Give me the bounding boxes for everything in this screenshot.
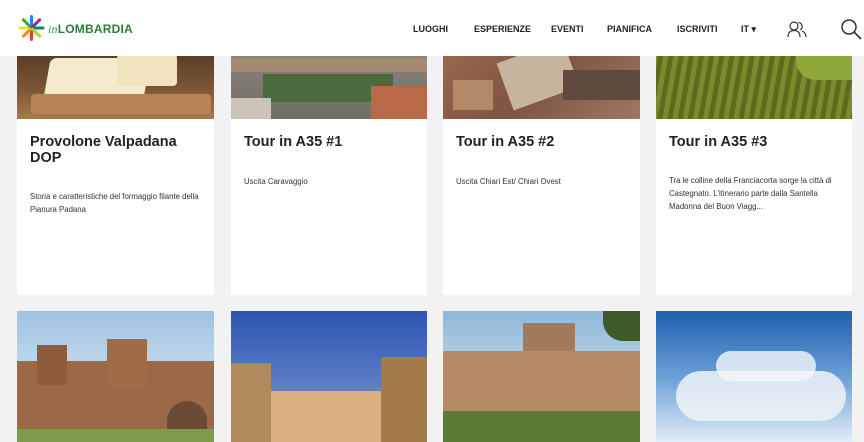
card-image [656, 311, 852, 442]
card-image [231, 311, 427, 442]
card-title: Tour in A35 #1 [244, 134, 343, 150]
site-header: inLOMBARDIA LUOGHI ESPERIENZE EVENTI PIA… [0, 0, 864, 56]
nav-esperienze[interactable]: ESPERIENZE [474, 24, 531, 34]
card-image [443, 311, 640, 442]
card-tour-a35-3[interactable]: Tour in A35 #3 Tra le colline della Fran… [656, 40, 852, 295]
nav-pianifica[interactable]: PIANIFICA [607, 24, 652, 34]
card-description: Uscita Chiari Est/ Chiari Ovest [456, 177, 561, 186]
language-selector[interactable]: IT ▾ [741, 24, 756, 35]
logo-text: inLOMBARDIA [48, 21, 133, 36]
nav-iscriviti[interactable]: ISCRIVITI [677, 24, 718, 34]
nav-luoghi[interactable]: LUOGHI [413, 24, 448, 34]
users-icon[interactable] [786, 18, 808, 40]
card-title: Provolone Valpadana DOP [30, 134, 177, 166]
card-description: Storia e caratteristiche del formaggio f… [30, 192, 199, 214]
card-row2-2[interactable] [231, 311, 427, 442]
card-row2-4[interactable] [656, 311, 852, 442]
card-tour-a35-1[interactable]: Tour in A35 #1 Uscita Caravaggio [231, 40, 427, 295]
card-image [17, 311, 214, 442]
card-row2-1[interactable] [17, 311, 214, 442]
nav-eventi[interactable]: EVENTI [551, 24, 584, 34]
card-title: Tour in A35 #3 [669, 134, 768, 150]
card-row2-3[interactable] [443, 311, 640, 442]
site-logo[interactable]: inLOMBARDIA [16, 15, 133, 42]
card-title: Tour in A35 #2 [456, 134, 555, 150]
card-description: Tra le colline della Franciacorta sorge … [669, 176, 832, 211]
card-provolone[interactable]: Provolone Valpadana DOP Storia e caratte… [17, 40, 214, 295]
card-tour-a35-2[interactable]: Tour in A35 #2 Uscita Chiari Est/ Chiari… [443, 40, 640, 295]
search-icon[interactable] [840, 18, 862, 40]
card-description: Uscita Caravaggio [244, 177, 308, 186]
logo-icon [16, 15, 46, 42]
